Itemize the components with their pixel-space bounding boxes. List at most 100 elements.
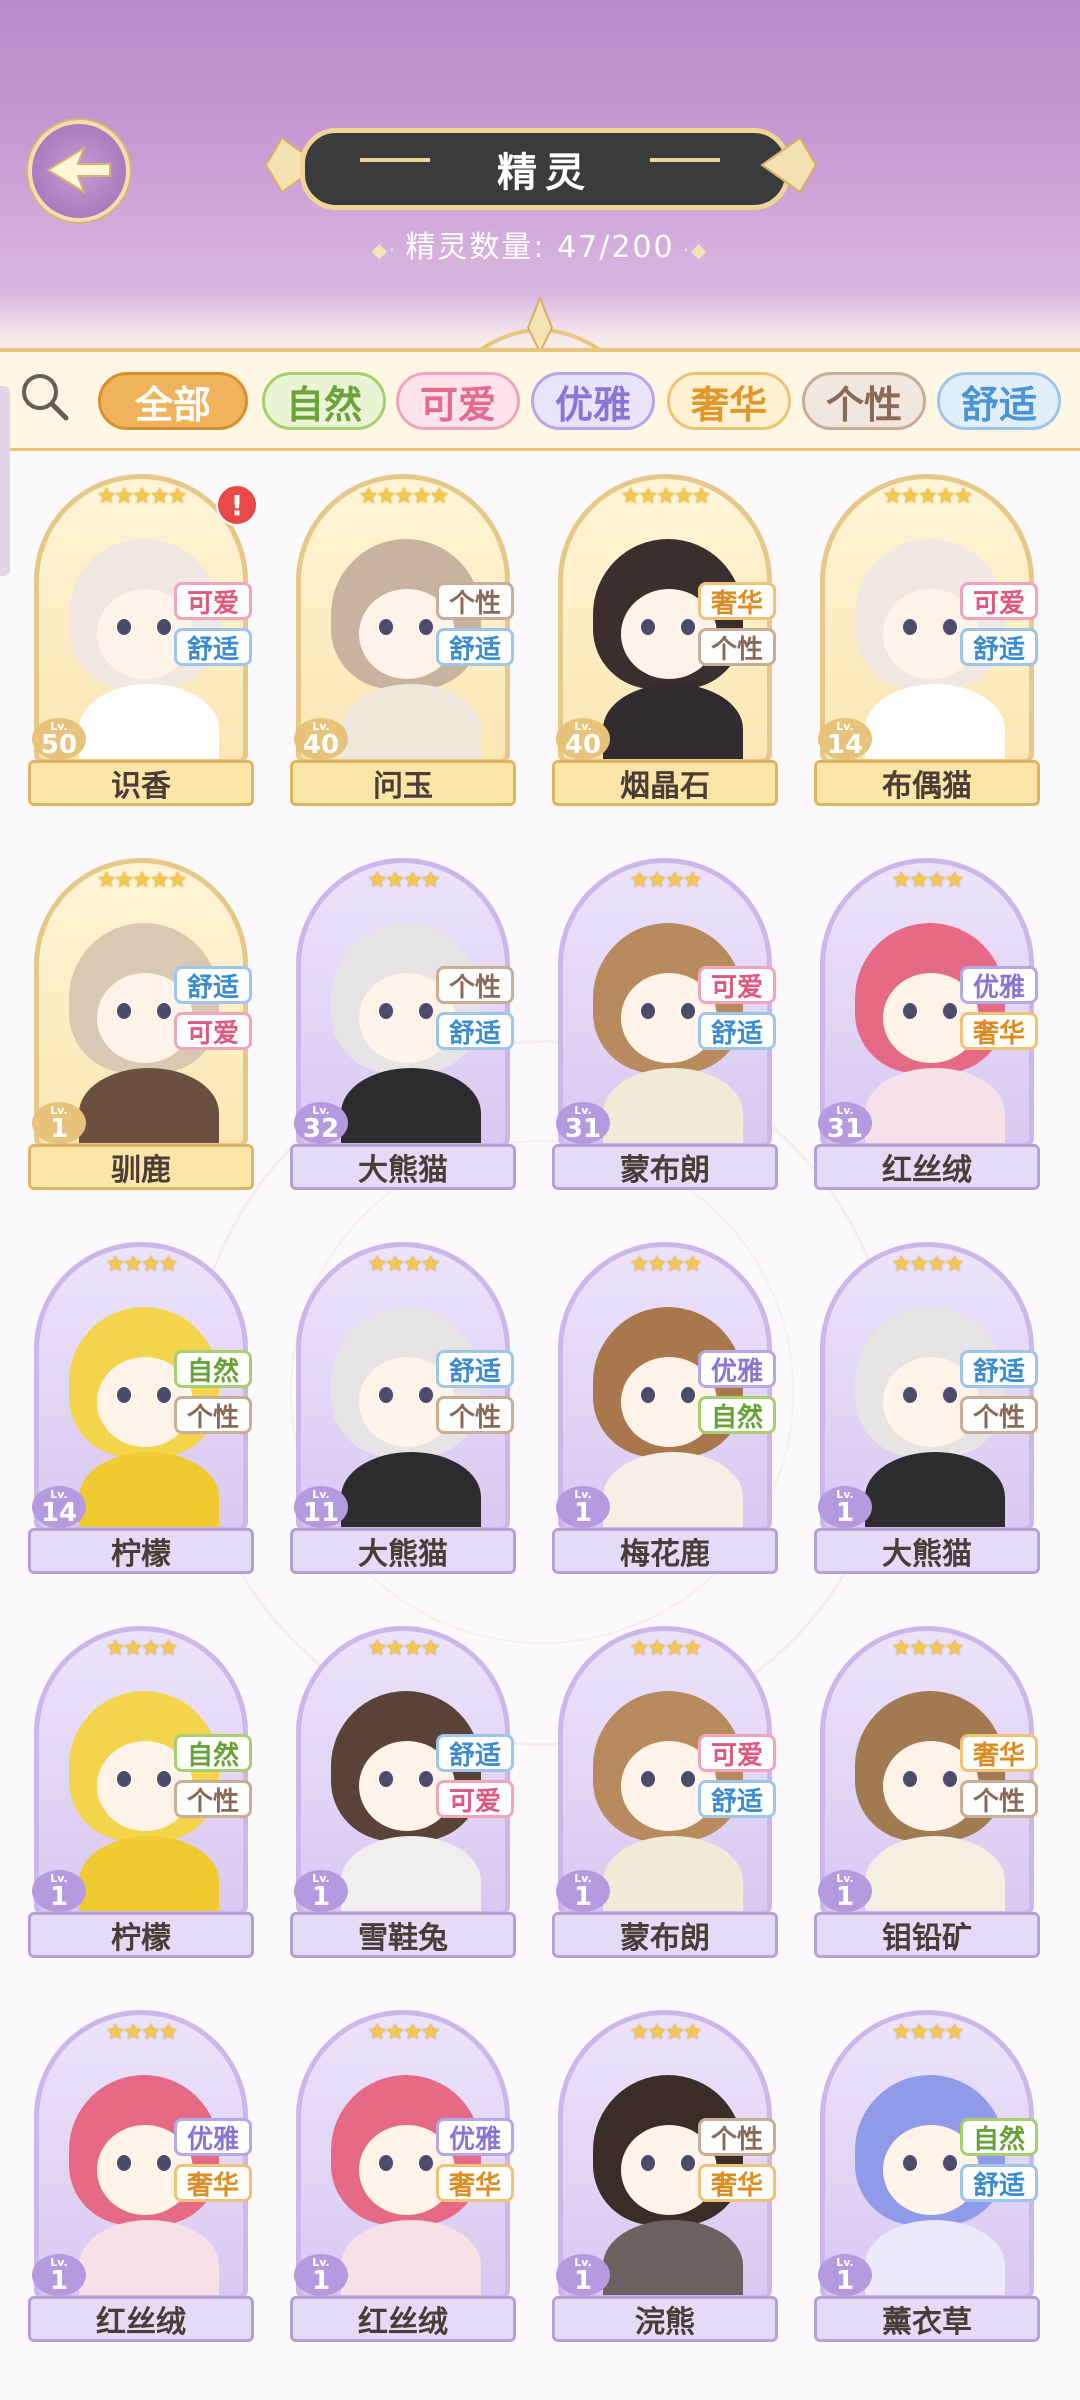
- style-tag: 奢华: [436, 2164, 514, 2202]
- style-tag: 优雅: [960, 966, 1038, 1004]
- spirit-eye-right: [157, 2155, 171, 2171]
- spirit-eye-left: [379, 2155, 393, 2171]
- style-tag: 舒适: [436, 1350, 514, 1388]
- spirit-card[interactable]: ★★★★ 优雅 奢华 Lv. 1 红丝绒: [28, 2000, 254, 2342]
- star-rating: ★★★★: [105, 1252, 179, 1277]
- star-rating: ★★★★: [367, 868, 441, 893]
- star-rating: ★★★★: [629, 2020, 703, 2045]
- spirit-card[interactable]: ★★★★ 舒适 可爱 Lv. 1 雪鞋兔: [290, 1616, 516, 1958]
- style-tag: 奢华: [174, 2164, 252, 2202]
- spirit-card[interactable]: ★★★★ 可爱 舒适 Lv. 1 蒙布朗: [552, 1616, 778, 1958]
- level-value: 1: [49, 1881, 69, 1912]
- back-button[interactable]: [28, 120, 130, 222]
- search-icon[interactable]: [18, 370, 70, 422]
- spirit-eye-left: [641, 1771, 655, 1787]
- spirit-card[interactable]: ★★★★★ 可爱 舒适 Lv. 50 识香!: [28, 464, 258, 806]
- side-drawer-handle[interactable]: [0, 386, 10, 576]
- spirit-card[interactable]: ★★★★ 舒适 个性 Lv. 1 大熊猫: [814, 1232, 1040, 1574]
- spirit-eye-right: [943, 2155, 957, 2171]
- style-tag: 个性: [436, 966, 514, 1004]
- filter-tab-0[interactable]: 全部: [98, 372, 248, 430]
- spirit-card[interactable]: ★★★★ 个性 舒适 Lv. 32 大熊猫: [290, 848, 516, 1190]
- spirit-eye-left: [641, 1387, 655, 1403]
- star-rating: ★★★★: [891, 1252, 965, 1277]
- filter-tab-6[interactable]: 舒适: [937, 372, 1061, 430]
- star-rating: ★★★★: [105, 1636, 179, 1661]
- spirit-card[interactable]: ★★★★ 自然 个性 Lv. 1 柠檬: [28, 1616, 254, 1958]
- style-tag: 可爱: [960, 582, 1038, 620]
- style-tag: 优雅: [174, 2118, 252, 2156]
- level-value: 1: [573, 1497, 593, 1528]
- star-rating: ★★★★: [367, 1636, 441, 1661]
- spirit-card[interactable]: ★★★★ 优雅 奢华 Lv. 1 红丝绒: [290, 2000, 516, 2342]
- style-tag: 个性: [698, 2118, 776, 2156]
- level-value: 31: [564, 1113, 602, 1144]
- level-value: 1: [835, 1497, 855, 1528]
- spirit-card[interactable]: ★★★★ 优雅 自然 Lv. 1 梅花鹿: [552, 1232, 778, 1574]
- spirit-card[interactable]: ★★★★★ 可爱 舒适 Lv. 14 布偶猫: [814, 464, 1040, 806]
- style-tag: 舒适: [960, 2164, 1038, 2202]
- spirit-outfit: [865, 1836, 1005, 1911]
- star-rating: ★★★★: [367, 2020, 441, 2045]
- spirit-outfit: [603, 1068, 743, 1143]
- spirit-eye-right: [681, 1003, 695, 1019]
- spirit-outfit: [79, 2220, 219, 2295]
- filter-tab-1[interactable]: 自然: [262, 372, 386, 430]
- spirit-name: 薰衣草: [814, 2296, 1040, 2342]
- star-rating: ★★★★: [629, 868, 703, 893]
- spirit-eye-left: [903, 1003, 917, 1019]
- spirit-eye-right: [419, 2155, 433, 2171]
- page-title: 精灵: [497, 150, 593, 196]
- spirit-outfit: [341, 684, 481, 759]
- style-tag: 个性: [174, 1396, 252, 1434]
- level-badge: Lv. 1: [32, 2254, 86, 2296]
- spirit-name: 大熊猫: [814, 1528, 1040, 1574]
- spirit-eye-left: [379, 1387, 393, 1403]
- spirit-count: ◆· 精灵数量: 47/200 ·◆: [340, 222, 740, 266]
- style-tag: 奢华: [698, 582, 776, 620]
- style-tag: 自然: [174, 1734, 252, 1772]
- page-title-plate: 精灵: [300, 128, 790, 210]
- level-badge: Lv. 40: [556, 718, 610, 760]
- spirit-name: 大熊猫: [290, 1144, 516, 1190]
- spirit-eye-left: [117, 1387, 131, 1403]
- filter-tab-4[interactable]: 奢华: [667, 372, 791, 430]
- spirit-card[interactable]: ★★★★ 优雅 奢华 Lv. 31 红丝绒: [814, 848, 1040, 1190]
- spirit-name: 问玉: [290, 760, 516, 806]
- filter-tab-5[interactable]: 个性: [802, 372, 926, 430]
- spirit-eye-right: [157, 1771, 171, 1787]
- spirit-card[interactable]: ★★★★ 舒适 个性 Lv. 11 大熊猫: [290, 1232, 516, 1574]
- style-tag: 奢华: [960, 1012, 1038, 1050]
- level-value: 31: [826, 1113, 864, 1144]
- title-decoration-left: [360, 158, 430, 162]
- filter-tab-3[interactable]: 优雅: [531, 372, 655, 430]
- spirit-eye-right: [419, 1003, 433, 1019]
- spirit-card[interactable]: ★★★★ 可爱 舒适 Lv. 31 蒙布朗: [552, 848, 778, 1190]
- spirit-card[interactable]: ★★★★ 自然 个性 Lv. 14 柠檬: [28, 1232, 254, 1574]
- spirit-eye-left: [117, 1003, 131, 1019]
- star-rating: ★★★★★: [620, 484, 712, 509]
- spirit-card[interactable]: ★★★★★ 舒适 可爱 Lv. 1 驯鹿: [28, 848, 254, 1190]
- spirit-outfit: [603, 1836, 743, 1911]
- spirit-eye-left: [641, 1003, 655, 1019]
- style-tag: 个性: [960, 1780, 1038, 1818]
- style-tag: 舒适: [698, 1012, 776, 1050]
- spirit-outfit: [603, 2220, 743, 2295]
- title-wing-right-icon: [760, 136, 818, 194]
- filter-tab-2[interactable]: 可爱: [396, 372, 520, 430]
- spirit-card[interactable]: ★★★★ 奢华 个性 Lv. 1 钼铅矿: [814, 1616, 1040, 1958]
- spirit-card[interactable]: ★★★★ 自然 舒适 Lv. 1 薰衣草: [814, 2000, 1040, 2342]
- spirit-name: 浣熊: [552, 2296, 778, 2342]
- spirit-card[interactable]: ★★★★ 个性 奢华 Lv. 1 浣熊: [552, 2000, 778, 2342]
- star-rating: ★★★★★: [96, 868, 188, 893]
- spirit-outfit: [865, 1452, 1005, 1527]
- spirit-card[interactable]: ★★★★★ 奢华 个性 Lv. 40 烟晶石: [552, 464, 778, 806]
- level-value: 1: [311, 2265, 331, 2296]
- level-value: 14: [40, 1497, 78, 1528]
- style-tag: 舒适: [436, 628, 514, 666]
- spirit-card[interactable]: ★★★★★ 个性 舒适 Lv. 40 问玉: [290, 464, 516, 806]
- spirit-eye-left: [379, 1003, 393, 1019]
- style-tag: 舒适: [698, 1780, 776, 1818]
- spirit-eye-left: [903, 1387, 917, 1403]
- spirit-name: 布偶猫: [814, 760, 1040, 806]
